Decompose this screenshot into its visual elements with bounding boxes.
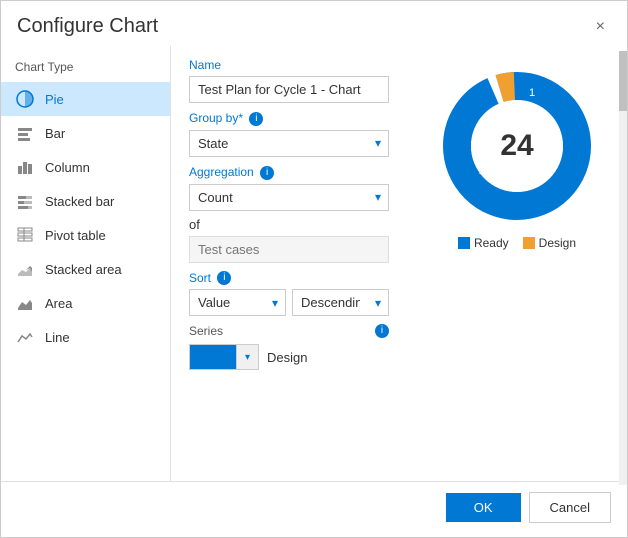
sidebar-item-line[interactable]: Line <box>1 320 170 354</box>
sidebar-item-pie[interactable]: Pie <box>1 82 170 116</box>
legend-design: Design <box>523 236 576 250</box>
stacked-area-icon <box>15 259 35 279</box>
dialog-body: Chart Type Pie <box>1 46 627 481</box>
sidebar-item-label-area: Area <box>45 296 72 311</box>
dialog-footer: OK Cancel <box>1 481 627 537</box>
series-row: ▾ Design <box>189 344 389 370</box>
chart-legend: Ready Design <box>458 236 576 250</box>
legend-design-label: Design <box>539 236 576 250</box>
sidebar-item-label-line: Line <box>45 330 70 345</box>
sort-order-wrapper: Descending ▾ <box>292 289 389 316</box>
series-name: Design <box>267 350 307 365</box>
scrollbar-thumb[interactable] <box>619 51 627 111</box>
group-by-select[interactable]: State <box>189 130 389 157</box>
legend-ready: Ready <box>458 236 509 250</box>
form-panel: Name Group by* i State ▾ Aggregation i C… <box>171 46 407 481</box>
donut-total: 24 <box>500 129 533 163</box>
sort-value-select[interactable]: Value <box>189 289 286 316</box>
pivot-icon <box>15 225 35 245</box>
sidebar-item-column[interactable]: Column <box>1 150 170 184</box>
chart-preview-panel: 23 1 24 Ready Design <box>407 46 627 481</box>
sidebar-item-stacked-area[interactable]: Stacked area <box>1 252 170 286</box>
name-input[interactable] <box>189 76 389 103</box>
aggregation-info-icon: i <box>260 166 274 180</box>
sidebar-item-label-pie: Pie <box>45 92 64 107</box>
of-input <box>189 236 389 263</box>
series-color-swatch <box>190 345 236 369</box>
legend-ready-icon <box>458 237 470 249</box>
configure-chart-dialog: Configure Chart × Chart Type Pie <box>0 0 628 538</box>
dialog-title: Configure Chart <box>17 15 158 38</box>
dialog-title-bar: Configure Chart × <box>1 1 627 46</box>
sort-label: Sort i <box>189 271 389 286</box>
legend-design-icon <box>523 237 535 249</box>
series-color-chevron-icon: ▾ <box>236 345 258 369</box>
series-info-icon: i <box>375 324 389 338</box>
sidebar-item-stacked-bar[interactable]: Stacked bar <box>1 184 170 218</box>
chart-type-label: Chart Type <box>1 56 170 82</box>
series-color-button[interactable]: ▾ <box>189 344 259 370</box>
pie-icon <box>15 89 35 109</box>
sidebar-item-pivot-table[interactable]: Pivot table <box>1 218 170 252</box>
sort-order-select[interactable]: Descending <box>292 289 389 316</box>
sidebar-item-label-column: Column <box>45 160 90 175</box>
group-by-info-icon: i <box>249 112 263 126</box>
chart-type-panel: Chart Type Pie <box>1 46 171 481</box>
series-label: Series <box>189 324 223 338</box>
scrollbar-track <box>619 51 627 485</box>
sidebar-item-area[interactable]: Area <box>1 286 170 320</box>
aggregation-select-wrapper: Count ▾ <box>189 184 389 211</box>
chart-design-label: 1 <box>529 87 535 99</box>
close-button[interactable]: × <box>590 17 611 37</box>
line-icon <box>15 327 35 347</box>
group-by-select-wrapper: State ▾ <box>189 130 389 157</box>
sidebar-item-label-pivot: Pivot table <box>45 228 106 243</box>
column-icon <box>15 157 35 177</box>
sidebar-item-label-stacked-area: Stacked area <box>45 262 122 277</box>
name-label: Name <box>189 58 389 72</box>
group-by-label: Group by* i <box>189 111 389 126</box>
aggregation-label: Aggregation i <box>189 165 389 180</box>
area-icon <box>15 293 35 313</box>
chart-ready-label: 23 <box>479 165 491 177</box>
sort-row: Value ▾ Descending ▾ <box>189 289 389 316</box>
aggregation-select[interactable]: Count <box>189 184 389 211</box>
stacked-bar-icon <box>15 191 35 211</box>
sidebar-item-label-bar: Bar <box>45 126 65 141</box>
donut-chart: 23 1 24 <box>437 66 597 226</box>
legend-ready-label: Ready <box>474 236 509 250</box>
cancel-button[interactable]: Cancel <box>529 492 611 523</box>
of-label: of <box>189 217 389 232</box>
series-header: Series i <box>189 324 389 338</box>
sidebar-item-label-stacked-bar: Stacked bar <box>45 194 114 209</box>
sidebar-item-bar[interactable]: Bar <box>1 116 170 150</box>
sort-info-icon: i <box>217 271 231 285</box>
bar-icon <box>15 123 35 143</box>
ok-button[interactable]: OK <box>446 493 521 522</box>
sort-value-wrapper: Value ▾ <box>189 289 286 316</box>
